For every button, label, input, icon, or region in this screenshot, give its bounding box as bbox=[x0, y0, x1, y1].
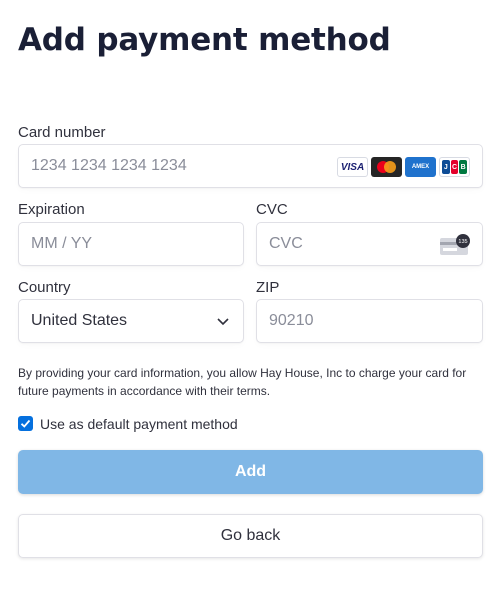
cvc-card-icon: 135 bbox=[440, 234, 470, 255]
card-brands: VISA AMEX J C B bbox=[337, 157, 470, 177]
jcb-icon: J C B bbox=[439, 157, 470, 177]
mastercard-icon bbox=[371, 157, 402, 177]
add-button[interactable]: Add bbox=[18, 450, 483, 494]
expiration-input[interactable]: MM / YY bbox=[18, 222, 244, 266]
authorization-disclaimer: By providing your card information, you … bbox=[18, 366, 467, 398]
default-payment-label[interactable]: Use as default payment method bbox=[40, 416, 238, 432]
page-title: Add payment method bbox=[18, 22, 391, 58]
amex-icon: AMEX bbox=[405, 157, 436, 177]
country-select[interactable]: United States bbox=[18, 299, 244, 343]
go-back-button[interactable]: Go back bbox=[18, 514, 483, 558]
cvc-label: CVC bbox=[256, 201, 288, 218]
card-number-input[interactable]: 1234 1234 1234 1234 VISA AMEX J C B bbox=[18, 144, 483, 188]
card-number-placeholder: 1234 1234 1234 1234 bbox=[31, 157, 187, 174]
payment-page: Add payment method Card number 1234 1234… bbox=[0, 0, 501, 593]
visa-icon: VISA bbox=[337, 157, 368, 177]
country-selected-value: United States bbox=[31, 312, 128, 329]
cvc-placeholder: CVC bbox=[269, 235, 303, 252]
zip-input[interactable]: 90210 bbox=[256, 299, 483, 343]
chevron-down-icon bbox=[217, 318, 229, 326]
default-payment-checkbox[interactable] bbox=[18, 416, 33, 431]
expiration-placeholder: MM / YY bbox=[31, 235, 93, 252]
cvc-input[interactable]: CVC 135 bbox=[256, 222, 483, 266]
checkmark-icon bbox=[20, 419, 31, 428]
expiration-label: Expiration bbox=[18, 201, 85, 218]
zip-placeholder: 90210 bbox=[269, 312, 314, 329]
country-label: Country bbox=[18, 279, 71, 296]
cvc-badge-text: 135 bbox=[458, 239, 467, 245]
card-number-label: Card number bbox=[18, 124, 106, 141]
zip-label: ZIP bbox=[256, 279, 280, 296]
